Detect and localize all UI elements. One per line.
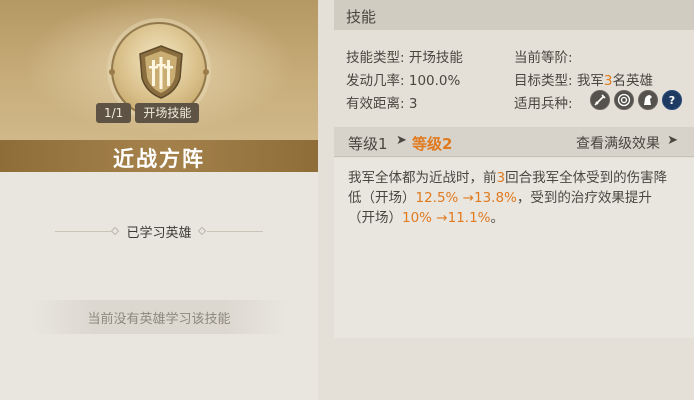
sword-icon[interactable] xyxy=(590,90,610,110)
learned-heroes-label: 已学习英雄 xyxy=(126,226,192,241)
info-target-type: 目标类型: 我军3名英雄 xyxy=(514,69,653,89)
level-to: 等级2 xyxy=(412,135,453,153)
level-from: 等级1 xyxy=(348,135,388,153)
trigger-rate-label: 发动几率: xyxy=(346,73,405,89)
skill-badges: 1/1 开场技能 xyxy=(96,103,200,123)
empty-hero-text: 当前没有英雄学习该技能 xyxy=(87,312,231,327)
target-icon[interactable] xyxy=(614,90,634,110)
level-bar: 等级1 ➤ 等级2 查看满级效果 ➤ xyxy=(334,127,694,157)
info-trigger-rate: 发动几率: 100.0% xyxy=(346,69,460,89)
current-rank-label: 当前等阶: xyxy=(514,50,573,66)
info-range: 有效距离: 3 xyxy=(346,92,417,112)
skill-type-value: 开场技能 xyxy=(408,50,463,66)
skill-detail-panel: 技能 技能类型: 开场技能 发动几率: 100.0% 有效距离: 3 当前等阶:… xyxy=(318,0,694,400)
info-current-rank: 当前等阶: xyxy=(514,46,573,66)
view-full-arrow-icon[interactable]: ➤ xyxy=(667,133,678,148)
skill-description: 我军全体都为近战时，前3回合我军全体受到的伤害降低（开场）12.5% →13.8… xyxy=(348,168,678,228)
emblem-dot-left xyxy=(109,69,115,75)
trigger-rate-value: 100.0% xyxy=(408,73,461,89)
level-badge: 1/1 xyxy=(96,103,132,123)
target-type-label: 目标类型: xyxy=(514,73,573,89)
emblem-dot-right xyxy=(203,69,209,75)
desc-part-4: 。 xyxy=(490,210,505,226)
desc-value-2: 10% →11.1% xyxy=(402,210,491,226)
divider-right xyxy=(207,231,263,232)
detail-header: 技能 xyxy=(334,0,694,30)
horse-icon[interactable] xyxy=(638,90,658,110)
skill-type-label: 技能类型: xyxy=(346,50,405,66)
skill-title-bar: 近战方阵 xyxy=(0,140,318,172)
desc-value-1: 12.5% →13.8% xyxy=(415,190,517,206)
question-icon[interactable]: ? xyxy=(662,90,682,110)
target-prefix: 我军 xyxy=(576,73,604,89)
svg-text:?: ? xyxy=(669,94,675,107)
skill-name: 近战方阵 xyxy=(113,147,205,171)
troop-type-label: 适用兵种: xyxy=(514,96,573,112)
info-skill-type: 技能类型: 开场技能 xyxy=(346,46,463,66)
info-troop-type: 适用兵种: xyxy=(514,92,573,112)
skill-card-panel: 1/1 开场技能 近战方阵 已学习英雄 当前没有英雄学习该技能 xyxy=(0,0,318,400)
desc-part-1: 我军全体都为近战时，前 xyxy=(348,170,497,186)
view-full-level-button[interactable]: 查看满级效果 xyxy=(576,133,660,153)
range-label: 有效距离: xyxy=(346,96,405,112)
troop-icons: ? xyxy=(590,90,682,110)
shield-icon xyxy=(139,45,183,99)
type-badge: 开场技能 xyxy=(135,103,200,123)
level-arrow-icon: ➤ xyxy=(396,133,407,148)
detail-header-title: 技能 xyxy=(346,8,377,26)
range-value: 3 xyxy=(408,96,418,112)
target-suffix: 名英雄 xyxy=(612,73,653,89)
desc-turns: 3 xyxy=(496,170,506,186)
